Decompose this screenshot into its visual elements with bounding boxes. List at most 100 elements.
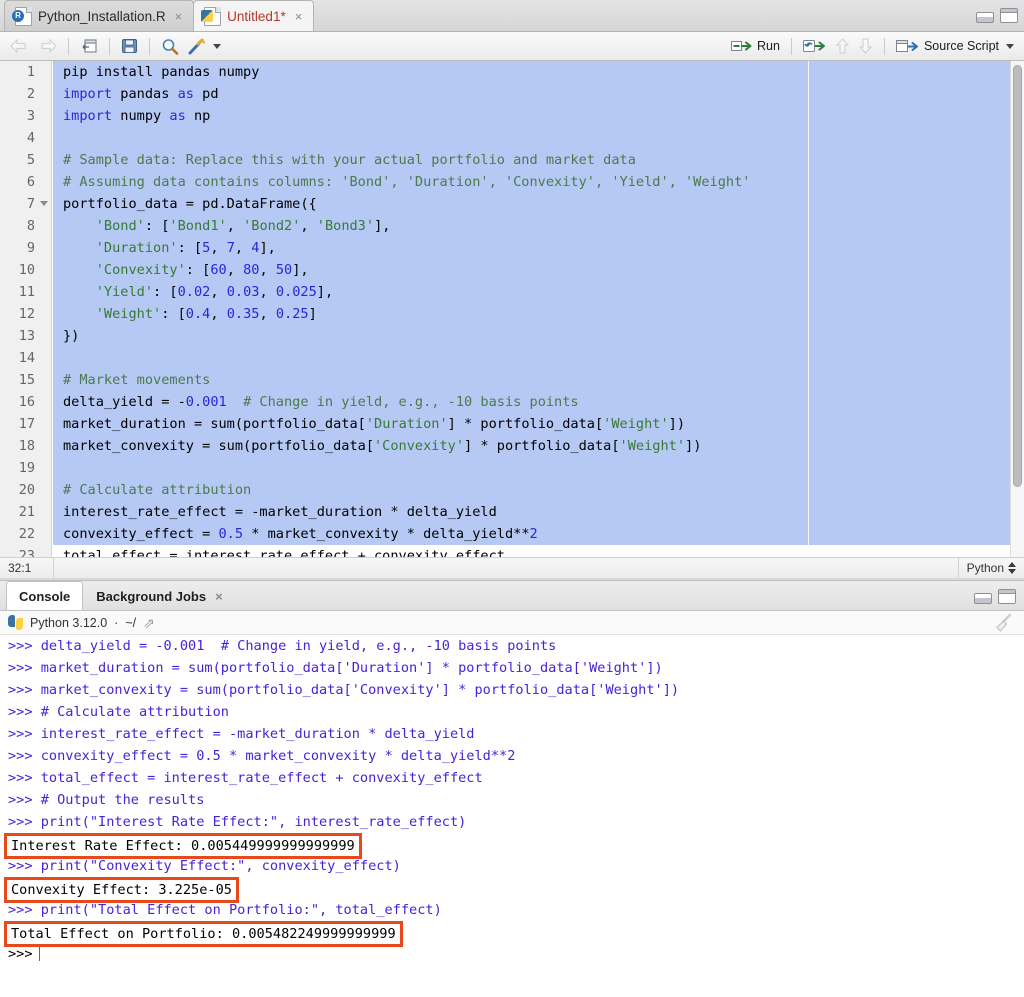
find-replace-button[interactable]	[157, 36, 183, 57]
code-token: 'Bond'	[96, 218, 145, 234]
code-line[interactable]: 'Bond': ['Bond1', 'Bond2', 'Bond3'],	[53, 215, 1010, 237]
code-line[interactable]: portfolio_data = pd.DataFrame({	[53, 193, 1010, 215]
code-line[interactable]: convexity_effect = 0.5 * market_convexit…	[53, 523, 1010, 545]
text-cursor	[39, 946, 40, 961]
line-number: 10	[0, 259, 51, 281]
code-token	[63, 240, 96, 256]
tab-background-jobs[interactable]: Background Jobs ×	[83, 581, 236, 610]
code-line[interactable]: # Market movements	[53, 369, 1010, 391]
minimize-pane-icon[interactable]	[976, 12, 994, 23]
source-script-button[interactable]: Source Script	[892, 37, 1018, 56]
code-token: 'Duration'	[96, 240, 178, 256]
code-token: numpy	[112, 108, 169, 124]
editor-scrollbar[interactable]	[1010, 61, 1024, 557]
interpreter-version: Python 3.12.0	[30, 616, 107, 630]
chevron-down-icon	[1006, 44, 1014, 49]
open-directory-arrow-icon[interactable]: ⇗	[143, 616, 155, 630]
line-number: 16	[0, 391, 51, 413]
code-line[interactable]: market_convexity = sum(portfolio_data['C…	[53, 435, 1010, 457]
editor-status-bar: 32:1 Python	[0, 557, 1024, 578]
back-button[interactable]	[6, 37, 32, 55]
code-line[interactable]: 'Weight': [0.4, 0.35, 0.25]	[53, 303, 1010, 325]
code-line[interactable]: total_effect = interest_rate_effect + co…	[53, 545, 1010, 557]
code-line[interactable]: # Sample data: Replace this with your ac…	[53, 149, 1010, 171]
clear-console-button[interactable]	[988, 614, 1014, 632]
source-tab-strip: R Python_Installation.R × Untitled1* ×	[0, 0, 1024, 32]
source-tab-python-installation[interactable]: R Python_Installation.R ×	[4, 0, 194, 31]
code-token	[63, 306, 96, 322]
maximize-pane-icon[interactable]	[998, 589, 1016, 604]
code-line[interactable]	[53, 457, 1010, 479]
code-token: ]	[309, 306, 317, 322]
code-editor[interactable]: 1234567891011121314151617181920212223 pi…	[0, 61, 1024, 557]
console-info-bar: Python 3.12.0 · ~/ ⇗	[0, 611, 1024, 635]
code-token: 'Convexity'	[374, 438, 464, 454]
code-line[interactable]: 'Yield': [0.02, 0.03, 0.025],	[53, 281, 1010, 303]
stepper-icon[interactable]	[1008, 562, 1016, 574]
nav-buttons	[6, 37, 61, 55]
code-line[interactable]: # Assuming data contains columns: 'Bond'…	[53, 171, 1010, 193]
code-token: portfolio_data = pd.DataFrame({	[63, 196, 317, 212]
code-lines[interactable]: pip install pandas numpyimport pandas as…	[53, 61, 1010, 557]
code-line[interactable]: import pandas as pd	[53, 83, 1010, 105]
code-tools-button[interactable]	[183, 36, 225, 57]
code-line[interactable]	[53, 127, 1010, 149]
forward-button[interactable]	[35, 37, 61, 55]
code-token: ])	[685, 438, 701, 454]
code-line[interactable]: # Calculate attribution	[53, 479, 1010, 501]
tab-console[interactable]: Console	[6, 581, 83, 610]
code-line[interactable]: import numpy as np	[53, 105, 1010, 127]
minimize-pane-icon[interactable]	[974, 593, 992, 604]
search-icon	[161, 38, 179, 55]
code-token: ,	[210, 240, 226, 256]
code-line[interactable]: 'Convexity': [60, 80, 50],	[53, 259, 1010, 281]
save-button[interactable]	[117, 36, 142, 56]
language-label: Python	[967, 561, 1004, 575]
console-output[interactable]: >>> # Market movements>>> delta_yield = …	[0, 635, 1024, 997]
line-number: 22	[0, 523, 51, 545]
scrollbar-thumb[interactable]	[1013, 65, 1022, 487]
code-token: as	[178, 86, 194, 102]
close-icon[interactable]: ×	[214, 590, 224, 603]
code-token: ,	[259, 262, 275, 278]
fold-toggle-icon[interactable]	[40, 201, 48, 206]
close-icon[interactable]: ×	[174, 10, 184, 23]
code-line[interactable]: interest_rate_effect = -market_duration …	[53, 501, 1010, 523]
close-icon[interactable]: ×	[294, 10, 304, 23]
line-number: 7	[0, 193, 51, 215]
highlighted-result: Interest Rate Effect: 0.0054499999999999…	[4, 833, 362, 859]
console-line-text: >>> print("Interest Rate Effect:", inter…	[8, 814, 466, 830]
console-output-line: Convexity Effect: 3.225e-05	[4, 877, 1024, 899]
code-line[interactable]: })	[53, 325, 1010, 347]
line-number: 11	[0, 281, 51, 303]
run-button[interactable]: Run	[727, 37, 784, 55]
show-in-new-window-button[interactable]	[76, 36, 102, 56]
next-chunk-button[interactable]	[854, 36, 877, 56]
code-line[interactable]: pip install pandas numpy	[53, 61, 1010, 83]
rerun-button[interactable]	[799, 37, 831, 56]
code-token: interest_rate_effect = -market_duration …	[63, 504, 497, 520]
code-line[interactable]: delta_yield = -0.001 # Change in yield, …	[53, 391, 1010, 413]
console-input-line: >>> interest_rate_effect = -market_durat…	[4, 723, 1024, 745]
code-token: 0.025	[276, 284, 317, 300]
previous-chunk-button[interactable]	[831, 36, 854, 56]
tab-background-jobs-label: Background Jobs	[96, 589, 206, 604]
code-token: 0.4	[186, 306, 211, 322]
code-token: 0.35	[227, 306, 260, 322]
console-output-line: Interest Rate Effect: 0.0054499999999999…	[4, 833, 1024, 855]
code-line[interactable]: 'Duration': [5, 7, 4],	[53, 237, 1010, 259]
code-line[interactable]: market_duration = sum(portfolio_data['Du…	[53, 413, 1010, 435]
line-number: 15	[0, 369, 51, 391]
language-selector[interactable]: Python	[958, 558, 1024, 578]
console-input-line: >>> market_duration = sum(portfolio_data…	[4, 657, 1024, 679]
code-token: 0.03	[227, 284, 260, 300]
code-line[interactable]	[53, 347, 1010, 369]
code-token: 50	[276, 262, 292, 278]
source-tab-untitled1[interactable]: Untitled1* ×	[193, 0, 314, 31]
code-token: import	[63, 108, 112, 124]
maximize-pane-icon[interactable]	[1000, 8, 1018, 23]
working-directory[interactable]: ~/	[125, 616, 136, 630]
code-token: pd	[194, 86, 219, 102]
console-input-line: >>> delta_yield = -0.001 # Change in yie…	[4, 635, 1024, 657]
code-token: import	[63, 86, 112, 102]
